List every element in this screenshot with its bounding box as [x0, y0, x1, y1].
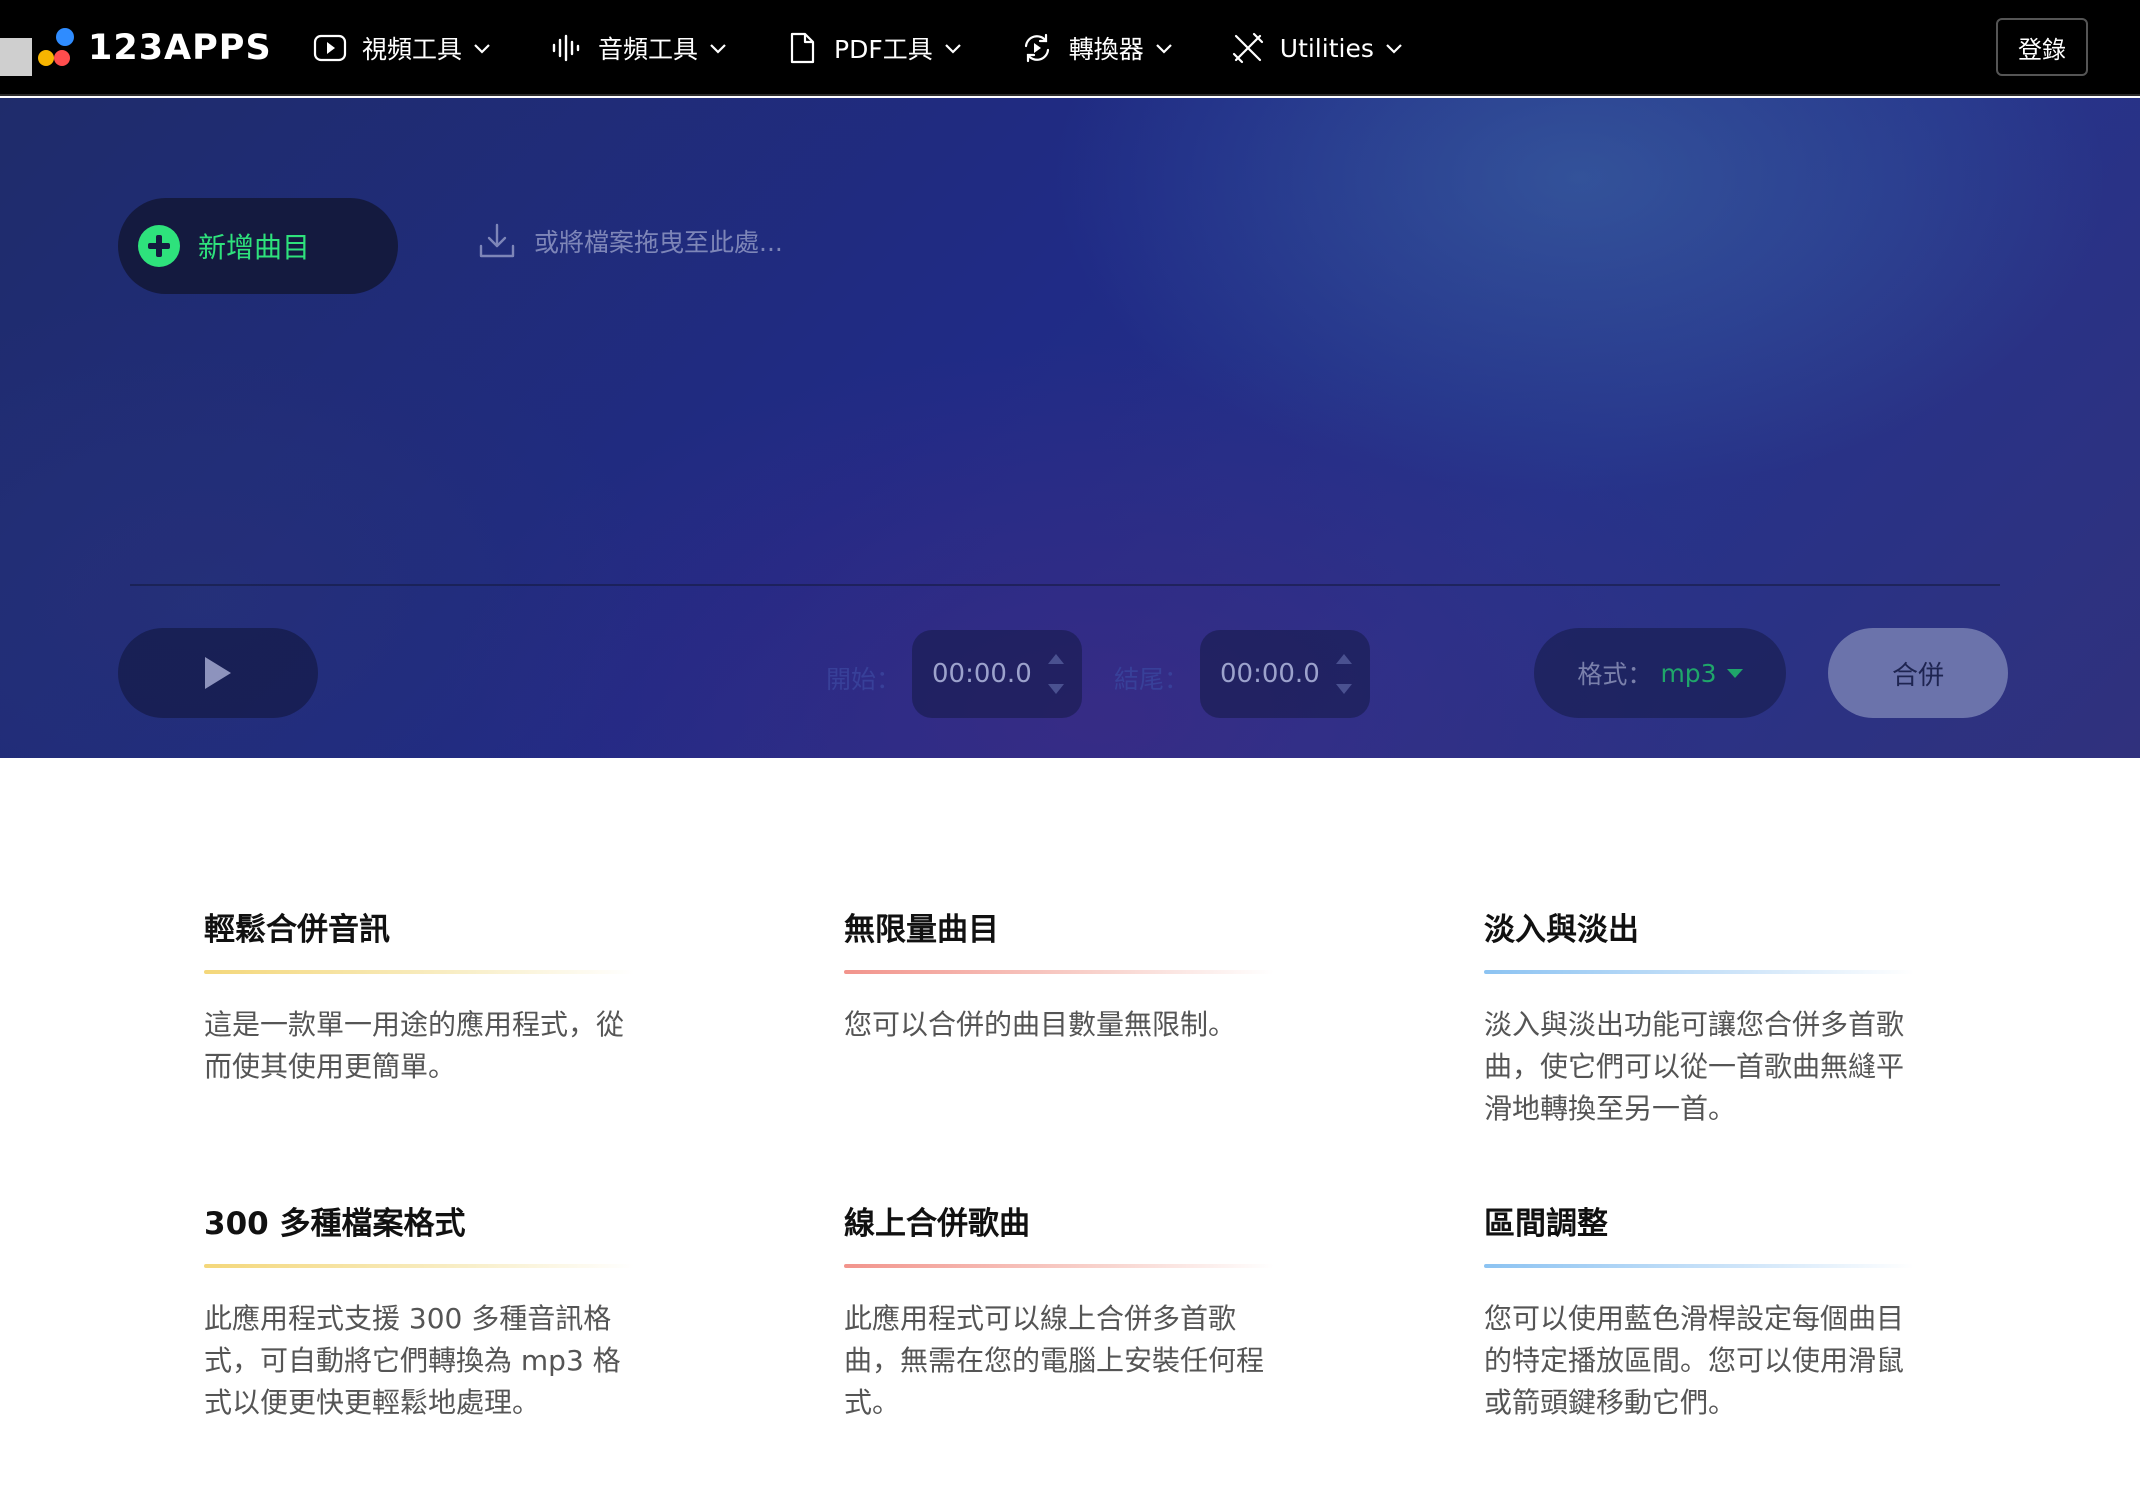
audio-wave-icon	[552, 34, 580, 62]
nav-item-label: 轉換器	[1068, 35, 1144, 64]
main-nav: 視頻工具 音頻工具 PDF工具 轉換器 Utilities	[312, 22, 1460, 74]
feature-accent-bar	[1484, 1264, 1914, 1268]
feature-title: 300 多種檔案格式	[204, 1206, 466, 1242]
end-time-input[interactable]: 00:00.0	[1200, 630, 1370, 718]
start-time-stepper[interactable]	[1048, 654, 1064, 694]
feature-accent-bar	[844, 1264, 1274, 1268]
chevron-down-icon	[944, 44, 961, 54]
timeline-divider	[130, 584, 2000, 586]
end-time-label: 結尾：	[1114, 665, 1190, 694]
logo-dots-icon	[38, 28, 78, 68]
start-time-value: 00:00.0	[932, 659, 1032, 689]
plus-circle-icon	[138, 225, 180, 267]
feature-accent-bar	[204, 1264, 634, 1268]
start-time-input[interactable]: 00:00.0	[912, 630, 1082, 718]
feature-text: 此應用程式支援 300 多種音訊格式，可自動將它們轉換為 mp3 格式以便更快更…	[204, 1302, 621, 1419]
chevron-down-icon	[1386, 44, 1402, 54]
chevron-down-icon	[710, 44, 726, 54]
feature-text: 此應用程式可以線上合併多首歌曲，無需在您的電腦上安裝任何程式。	[844, 1302, 1265, 1419]
chevron-down-icon	[474, 44, 490, 54]
feature-file-formats: 300 多種檔案格式 此應用程式支援 300 多種音訊格式，可自動將它們轉換為 …	[204, 1202, 664, 1424]
nav-item-converter[interactable]: 轉換器	[1019, 30, 1174, 66]
feature-text: 這是一款單一用途的應用程式，從而使其使用更簡單。	[204, 1008, 625, 1083]
feature-unlimited-tracks: 無限量曲目 您可以合併的曲目數量無限制。	[844, 908, 1304, 1046]
nav-item-label: 音頻工具	[598, 35, 699, 64]
download-tray-icon	[479, 223, 515, 258]
format-select[interactable]: 格式： mp3	[1534, 628, 1786, 718]
window-edge-block	[0, 38, 32, 76]
drop-zone-hint[interactable]: 或將檔案拖曳至此處...	[476, 220, 783, 262]
merge-button[interactable]: 合併	[1828, 628, 2008, 718]
nav-item-label: Utilities	[1279, 33, 1374, 63]
feature-title: 無限量曲目	[844, 912, 999, 948]
add-track-button[interactable]: 新增曲目	[118, 198, 398, 294]
feature-title: 淡入與淡出	[1484, 912, 1639, 948]
feature-interval-adjust: 區間調整 您可以使用藍色滑桿設定每個曲目的特定播放區間。您可以使用滑鼠或箭頭鍵移…	[1484, 1202, 1944, 1424]
nav-item-label: PDF工具	[834, 35, 933, 64]
nav-item-utilities[interactable]: Utilities	[1230, 30, 1404, 66]
brand-logo[interactable]: 123APPS	[38, 24, 272, 72]
nav-item-video-tools[interactable]: 視頻工具	[312, 30, 492, 66]
end-time-stepper[interactable]	[1336, 654, 1352, 694]
play-icon	[205, 657, 231, 689]
end-time-value: 00:00.0	[1220, 659, 1320, 689]
convert-cycle-icon	[1024, 33, 1049, 63]
feature-text: 您可以合併的曲目數量無限制。	[844, 1008, 1237, 1041]
document-icon	[790, 32, 815, 64]
drop-hint-text: 或將檔案拖曳至此處...	[534, 228, 783, 257]
feature-text: 淡入與淡出功能可讓您合併多首歌曲，使它們可以從一首歌曲無縫平滑地轉換至另一首。	[1484, 1008, 1905, 1125]
add-track-label: 新增曲目	[198, 231, 311, 264]
nav-item-label: 視頻工具	[362, 35, 463, 64]
feature-fade-in-out: 淡入與淡出 淡入與淡出功能可讓您合併多首歌曲，使它們可以從一首歌曲無縫平滑地轉換…	[1484, 908, 1944, 1130]
feature-accent-bar	[844, 970, 1274, 974]
feature-accent-bar	[1484, 970, 1914, 974]
nav-item-pdf-tools[interactable]: PDF工具	[784, 30, 963, 66]
nav-item-audio-tools[interactable]: 音頻工具	[548, 30, 728, 66]
feature-text: 您可以使用藍色滑桿設定每個曲目的特定播放區間。您可以使用滑鼠或箭頭鍵移動它們。	[1484, 1302, 1905, 1419]
feature-accent-bar	[204, 970, 634, 974]
video-play-icon	[313, 34, 347, 62]
start-time-label: 開始：	[826, 665, 902, 694]
brand-name: 123APPS	[88, 28, 272, 68]
login-button[interactable]: 登錄	[1996, 18, 2088, 76]
tools-icon	[1232, 32, 1263, 64]
top-nav-bar: 123APPS 視頻工具 音頻工具 PDF工具 轉換器 Utilities 登錄	[0, 0, 2140, 96]
feature-online-merge: 線上合併歌曲 此應用程式可以線上合併多首歌曲，無需在您的電腦上安裝任何程式。	[844, 1202, 1304, 1424]
chevron-down-icon	[1155, 44, 1172, 54]
format-label: 格式：	[1577, 660, 1653, 689]
play-button[interactable]	[118, 628, 318, 718]
feature-title: 線上合併歌曲	[844, 1206, 1030, 1242]
feature-title: 輕鬆合併音訊	[204, 912, 390, 948]
feature-easy-merge: 輕鬆合併音訊 這是一款單一用途的應用程式，從而使其使用更簡單。	[204, 908, 664, 1088]
feature-title: 區間調整	[1484, 1206, 1608, 1242]
caret-down-icon	[1726, 668, 1743, 678]
format-value: mp3	[1660, 658, 1717, 688]
